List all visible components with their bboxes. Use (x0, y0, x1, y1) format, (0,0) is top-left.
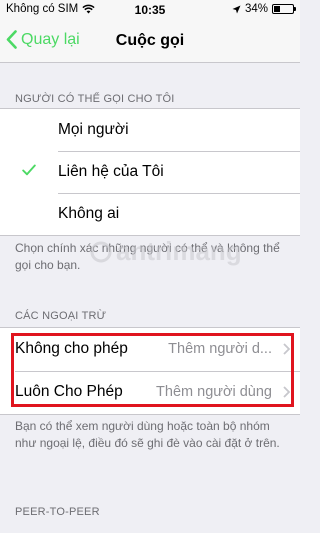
exceptions-section-header: CÁC NGOẠI TRỪ (15, 310, 107, 322)
deny-row[interactable]: Không cho phép Thêm người d... (0, 328, 300, 371)
exceptions-section-footer: Bạn có thể xem người dùng hoặc toàn bộ n… (15, 419, 280, 450)
chevron-right-icon (283, 386, 290, 398)
allow-section-footer: Chọn chính xác những người có thể và khô… (15, 241, 280, 272)
option-label: Liên hệ của Tôi (58, 163, 164, 180)
allow-section-header: NGƯỜI CÓ THỂ GỌI CHO TÔI (15, 93, 175, 105)
always-allow-label: Luôn Cho Phép (15, 383, 123, 400)
page-title: Cuộc gọi (115, 32, 185, 49)
navigation-bar: Quay lại Cuộc gọi (0, 20, 300, 63)
battery-percent: 34% (244, 3, 268, 15)
allow-options-group: Mọi người Liên hệ của Tôi Không ai (0, 108, 300, 236)
option-label: Không ai (58, 205, 120, 222)
battery-fill (274, 6, 280, 12)
location-icon (232, 5, 241, 13)
status-bar: Không có SIM 10:35 34% (0, 0, 300, 20)
deny-label: Không cho phép (15, 340, 128, 357)
deny-value: Thêm người d... (168, 341, 272, 357)
status-right: 34% (232, 3, 296, 15)
option-everyone[interactable]: Mọi người (0, 109, 300, 151)
always-allow-value: Thêm người dùng (156, 384, 272, 400)
checkmark-icon (22, 164, 36, 176)
always-allow-row[interactable]: Luôn Cho Phép Thêm người dùng (0, 371, 300, 414)
option-label: Mọi người (58, 121, 129, 138)
chevron-right-icon (283, 343, 290, 355)
option-no-one[interactable]: Không ai (0, 193, 300, 235)
battery-icon (272, 4, 296, 14)
exceptions-group: Không cho phép Thêm người d... Luôn Cho … (0, 327, 300, 415)
option-my-contacts[interactable]: Liên hệ của Tôi (0, 151, 300, 193)
peer-section-header: PEER-TO-PEER (15, 506, 100, 518)
